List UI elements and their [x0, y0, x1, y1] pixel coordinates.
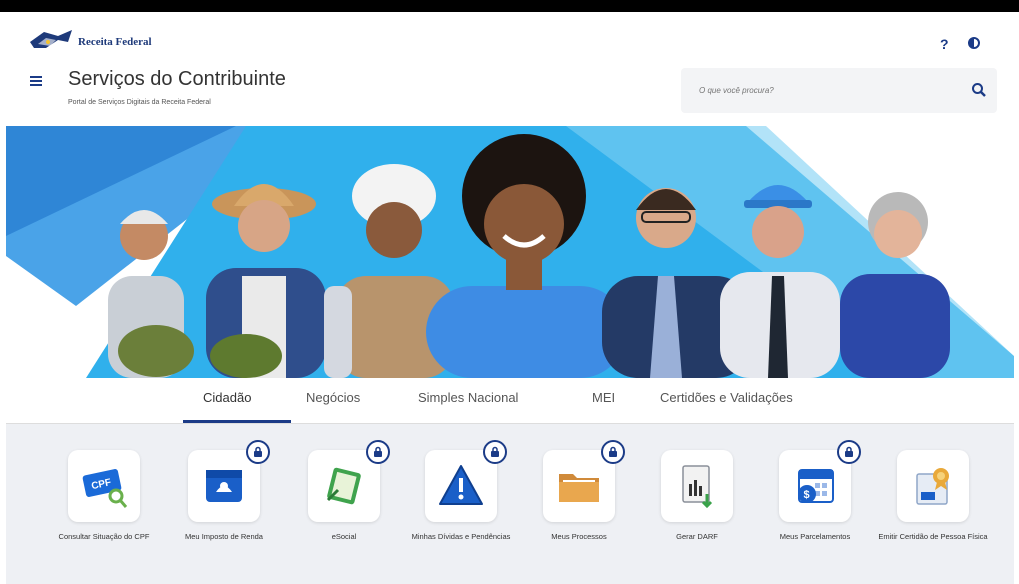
logo-text: Receita Federal	[78, 36, 152, 48]
site-header: Receita Federal ? Serviços do Contribuin…	[6, 14, 1014, 126]
page-title: Serviços do Contribuinte	[68, 68, 286, 90]
tile-meus-processos[interactable]: Meus Processos	[524, 440, 634, 543]
tile-label: Consultar Situação do CPF	[58, 532, 150, 541]
tab-cidadao[interactable]: Cidadão	[203, 390, 251, 405]
folder-icon	[559, 474, 599, 502]
calendar-payment-icon: $	[798, 469, 834, 503]
tile-meus-parcelamentos[interactable]: $ Meus Parcelamentos	[760, 440, 870, 543]
tile-icon-box	[425, 440, 507, 522]
tile-label: Minhas Dívidas e Pendências	[411, 532, 511, 541]
tile-icon-box	[188, 440, 270, 522]
hero-banner-illustration	[6, 126, 1014, 378]
svg-text:$: $	[804, 489, 810, 501]
darf-document-icon	[682, 465, 713, 509]
active-tab-indicator	[183, 420, 291, 423]
lock-icon	[483, 440, 507, 464]
top-frame	[0, 0, 1019, 12]
tile-label: eSocial	[331, 532, 357, 541]
category-tabs: Cidadão Negócios Simples Nacional MEI Ce…	[6, 378, 1014, 424]
tab-negocios[interactable]: Negócios	[306, 390, 360, 405]
tile-icon-box	[661, 450, 733, 522]
tile-icon-box	[308, 440, 390, 522]
tile-icon-box: CPF	[68, 450, 140, 522]
tile-gerar-darf[interactable]: Gerar DARF	[642, 450, 752, 543]
search-bar	[681, 68, 997, 113]
lock-icon	[601, 440, 625, 464]
tab-certidoes-validacoes[interactable]: Certidões e Validações	[660, 390, 793, 405]
cpf-card-icon: CPF	[82, 469, 128, 508]
page-subtitle: Portal de Serviços Digitais da Receita F…	[68, 99, 211, 106]
lock-icon	[366, 440, 390, 464]
tile-icon-box	[897, 450, 969, 522]
hero-banner	[6, 126, 1014, 378]
tile-emitir-certidao[interactable]: Emitir Certidão de Pessoa Física	[878, 450, 988, 543]
hamburger-menu-icon[interactable]	[30, 76, 42, 88]
service-tiles: CPF Consultar Situação do CPF Meu Impost…	[6, 424, 1014, 584]
tile-icon-box	[543, 440, 625, 522]
receita-federal-emblem-icon	[30, 30, 72, 48]
tile-esocial[interactable]: eSocial	[289, 440, 399, 543]
esocial-icon	[326, 467, 361, 505]
lock-icon	[246, 440, 270, 464]
tab-simples-nacional[interactable]: Simples Nacional	[418, 390, 518, 405]
tile-consultar-cpf[interactable]: CPF Consultar Situação do CPF	[49, 450, 159, 543]
tile-label: Emitir Certidão de Pessoa Física	[878, 532, 988, 541]
tile-label: Meus Parcelamentos	[779, 532, 851, 541]
tile-label: Gerar DARF	[676, 532, 718, 541]
lion-income-tax-icon	[206, 470, 242, 502]
tile-label: Meus Processos	[551, 532, 607, 541]
contrast-toggle-icon[interactable]	[968, 37, 980, 49]
page: Receita Federal ? Serviços do Contribuin…	[0, 0, 1019, 584]
tile-label: Meu Imposto de Renda	[185, 532, 263, 541]
warning-triangle-icon	[439, 465, 483, 505]
tab-mei[interactable]: MEI	[592, 390, 615, 405]
help-button[interactable]: ?	[940, 36, 949, 52]
search-icon[interactable]	[971, 82, 987, 98]
search-input[interactable]	[681, 68, 961, 113]
lock-icon	[837, 440, 861, 464]
receita-federal-logo[interactable]: Receita Federal	[28, 28, 152, 56]
tile-minhas-dividas[interactable]: Minhas Dívidas e Pendências	[406, 440, 516, 543]
certificate-icon	[916, 468, 949, 505]
tile-meu-imposto-de-renda[interactable]: Meu Imposto de Renda	[169, 440, 279, 543]
tile-icon-box: $	[779, 440, 861, 522]
